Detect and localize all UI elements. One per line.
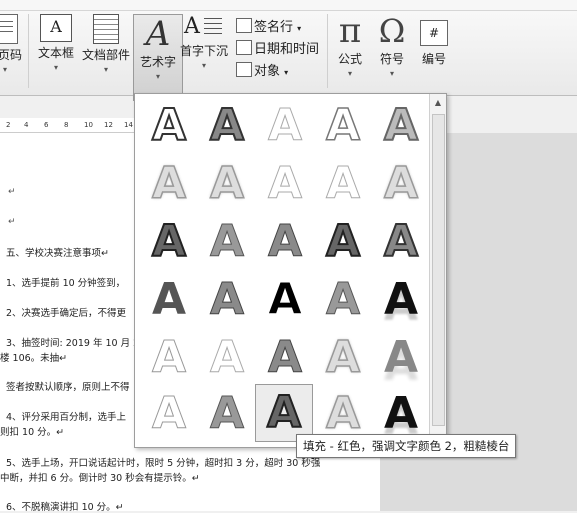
ruler-tick: 10 — [84, 121, 93, 129]
wordart-style[interactable]: A — [141, 156, 197, 212]
doc-line: 则扣 10 分。↵ — [0, 427, 65, 438]
doc-line: 中断，并扣 6 分。倒计时 30 秒会有提示铃。↵ — [0, 473, 200, 484]
calendar-icon — [236, 40, 252, 55]
object-button[interactable]: 对象 ▾ — [236, 60, 288, 79]
paragraph-mark: ↵ — [8, 217, 16, 227]
wordart-style[interactable]: A — [315, 272, 371, 328]
wordart-style[interactable]: A — [141, 214, 197, 270]
textbox-button[interactable]: A 文本框 ▾ — [36, 14, 76, 72]
number-button[interactable]: # 编号 — [416, 14, 452, 67]
wordart-style[interactable]: A — [141, 98, 197, 154]
wordart-style[interactable]: A — [373, 330, 429, 386]
wordart-style[interactable]: A — [315, 98, 371, 154]
gallery-scrollbar[interactable]: ▲ ▼ — [429, 94, 446, 447]
wordart-style[interactable]: A — [315, 330, 371, 386]
wordart-style[interactable]: A — [373, 156, 429, 212]
drop-cap-icon: A — [184, 14, 224, 40]
ribbon-separator — [327, 14, 328, 88]
paragraph-mark: ↵ — [8, 187, 16, 197]
wordart-style[interactable]: A — [257, 156, 313, 212]
wordart-style[interactable]: A — [199, 272, 255, 328]
ruler-tick: 6 — [44, 121, 49, 129]
doc-line: 2、决赛选手确定后，不得更 — [6, 308, 127, 319]
page-number-button[interactable]: 页码 ▾ — [0, 14, 22, 74]
wordart-style[interactable]: A — [199, 330, 255, 386]
doc-line: 3、抽签时间: 2019 年 10 月 2 — [6, 338, 140, 349]
wordart-style[interactable]: A — [257, 330, 313, 386]
scroll-up-icon[interactable]: ▲ — [431, 96, 445, 110]
wordart-style[interactable]: A — [315, 156, 371, 212]
symbol-button[interactable]: Ω 符号 ▾ — [374, 14, 410, 78]
wordart-style[interactable]: A — [199, 386, 255, 442]
equation-button[interactable]: π 公式 ▾ — [332, 14, 368, 78]
omega-icon: Ω — [378, 12, 406, 50]
wordart-style[interactable]: A — [199, 214, 255, 270]
doc-line: 1、选手提前 10 分钟签到， — [6, 278, 126, 289]
wordart-gallery[interactable]: ▲ ▼ A A A A A A A A A A A A A A A A A A … — [134, 93, 447, 448]
signature-line-button[interactable]: 签名行 ▾ — [236, 16, 301, 35]
wordart-style[interactable]: A — [373, 272, 429, 328]
doc-line: 5、选手上场，开口说话起计时，限时 5 分钟，超时扣 3 分，超时 30 秒强 — [6, 458, 321, 469]
drop-cap-button[interactable]: A 首字下沉 ▾ — [178, 14, 230, 70]
page-number-icon — [0, 14, 18, 44]
wordart-style[interactable]: A — [257, 214, 313, 270]
wordart-style[interactable]: A — [141, 272, 197, 328]
doc-line: 五、学校决赛注意事项↵ — [6, 248, 109, 259]
ribbon: 页码 ▾ A 文本框 ▾ 文档部件 ▾ A 艺术字 ▾ A 首字下沉 ▾ 签名行… — [0, 0, 577, 101]
pi-icon: π — [338, 11, 362, 51]
signature-icon — [236, 18, 252, 33]
ruler-tick: 4 — [24, 121, 29, 129]
wordart-style[interactable]: A — [373, 98, 429, 154]
doc-line: 4、评分采用百分制，选手上 — [6, 412, 127, 423]
scroll-thumb[interactable] — [432, 114, 445, 426]
wordart-button[interactable]: A 艺术字 ▾ — [133, 14, 183, 101]
wordart-style[interactable]: A — [199, 156, 255, 212]
textbox-icon: A — [40, 14, 72, 42]
horizontal-ruler[interactable]: 2 4 6 8 10 12 14 — [0, 118, 138, 133]
quick-parts-button[interactable]: 文档部件 ▾ — [80, 14, 132, 74]
number-icon: # — [420, 20, 448, 46]
wordart-style[interactable]: A — [373, 214, 429, 270]
ruler-tick: 12 — [104, 121, 113, 129]
wordart-style[interactable]: A — [141, 330, 197, 386]
doc-line: 楼 106。未抽↵ — [0, 353, 68, 364]
ruler-tick: 2 — [6, 121, 11, 129]
ruler-tick: 14 — [124, 121, 133, 129]
wordart-style[interactable]: A — [199, 98, 255, 154]
wordart-style[interactable]: A — [257, 98, 313, 154]
wordart-style[interactable]: A — [141, 386, 197, 442]
ruler-tick: 8 — [64, 121, 69, 129]
style-tooltip: 填充 - 红色，强调文字颜色 2，粗糙棱台 — [296, 434, 517, 458]
quick-parts-icon — [93, 14, 119, 44]
object-icon — [236, 62, 252, 77]
wordart-style[interactable]: A — [315, 214, 371, 270]
date-time-button[interactable]: 日期和时间 — [236, 38, 319, 57]
ribbon-separator — [28, 14, 29, 88]
doc-line: 签者按默认顺序，原则上不得 — [6, 382, 130, 393]
wordart-icon: A — [145, 14, 171, 54]
wordart-style[interactable]: A — [257, 272, 313, 328]
